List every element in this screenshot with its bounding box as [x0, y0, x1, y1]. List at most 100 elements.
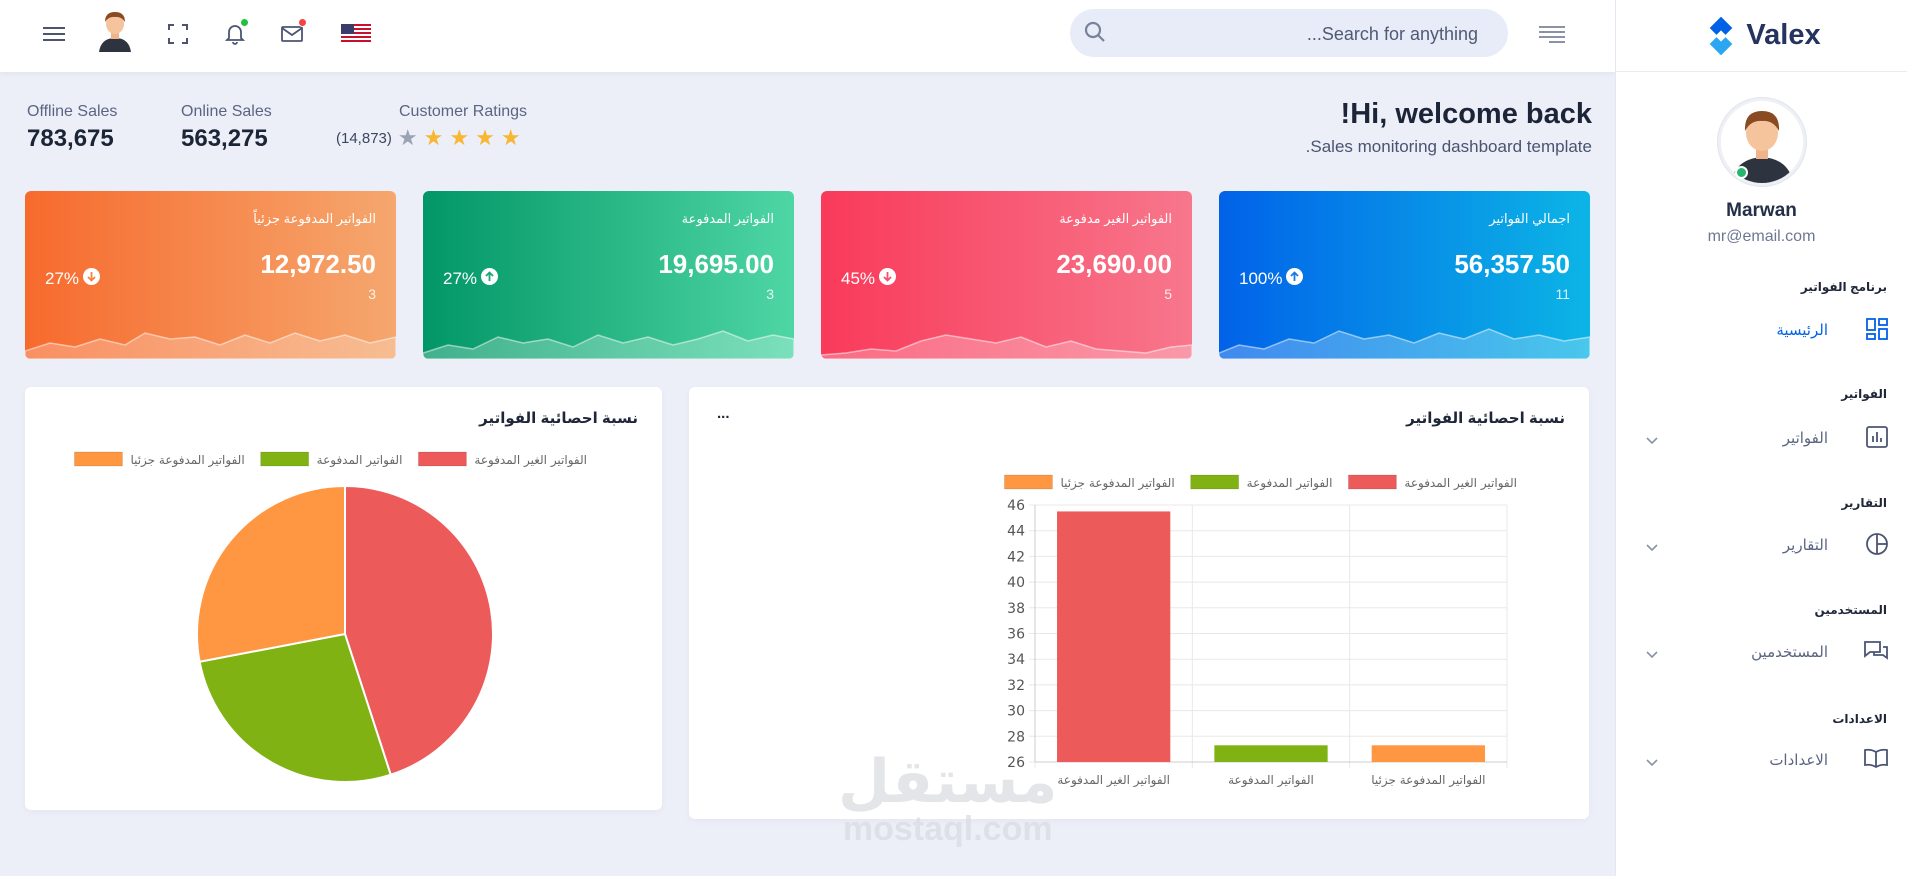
bar: [1371, 745, 1485, 762]
legend-swatch: [1190, 474, 1240, 490]
fullscreen-icon[interactable]: [164, 20, 192, 48]
card-count: 11: [1555, 286, 1570, 302]
logo[interactable]: Valex: [1616, 0, 1907, 72]
sidebar-item-invoices[interactable]: الفواتير: [1616, 424, 1907, 454]
sparkline: [25, 332, 396, 359]
sidebar-item-reports[interactable]: التقارير: [1616, 531, 1907, 561]
top-header: Search for anything...: [0, 0, 1615, 72]
card-value: 12,972.50: [260, 249, 376, 279]
card-count: 5: [1164, 286, 1172, 302]
menu-icon[interactable]: [40, 20, 68, 48]
customer-ratings: Customer Ratings (14,873) ★ ★ ★ ★ ★: [336, 103, 527, 149]
legend-label: الفواتير المدفوعة: [317, 453, 403, 468]
mail-icon[interactable]: [278, 18, 307, 48]
legend-swatch: [1003, 474, 1053, 490]
card-count: 3: [766, 286, 774, 302]
legend-swatch: [260, 451, 310, 467]
avatar[interactable]: [93, 8, 137, 52]
y-tick-label: 40: [1007, 575, 1025, 591]
us-flag-icon[interactable]: [340, 20, 372, 48]
nav-category-users: المستخدمين: [1814, 603, 1887, 617]
offline-sales-label: Offline Sales: [27, 103, 118, 120]
pie-chart-icon: [1866, 533, 1888, 560]
card-percent: 100%: [1239, 268, 1304, 290]
online-sales-stat: Online Sales 563,275: [181, 103, 272, 153]
card-value: 19,695.00: [658, 249, 774, 279]
y-tick-label: 38: [1007, 601, 1025, 617]
chevron-down-icon: [1646, 646, 1658, 664]
pie-slice: [196, 484, 346, 663]
star-icon: ★: [423, 125, 444, 150]
y-tick-label: 46: [1007, 498, 1025, 514]
sidebar-item-label: التقارير: [1782, 537, 1828, 554]
pie-chart: الفواتير الغير المدفوعة الفواتير المدفوعة…: [73, 451, 587, 783]
arrow-up-circle-icon: [481, 268, 499, 290]
card-total-invoices[interactable]: اجمالي الفواتير 56,357.50 11 100%: [1219, 191, 1590, 359]
watermark-arabic: مستقل: [838, 748, 1058, 815]
legend-swatch: [417, 451, 467, 467]
y-tick-label: 36: [1007, 627, 1025, 643]
card-title: الفواتير الغير مدفوعة: [1059, 211, 1172, 226]
card-title: الفواتير المدفوعة جزئياً: [253, 211, 376, 226]
nav-category-settings: الاعدادات: [1832, 712, 1887, 726]
legend-label: الفواتير المدفوعة جزئيا: [130, 453, 244, 468]
bar-chart-icon: [1866, 426, 1888, 453]
chevron-down-icon: [1646, 539, 1658, 557]
bar-chart: الفواتير الغير المدفوعة الفواتير المدفوعة…: [1003, 474, 1517, 788]
arrow-up-circle-icon: [1286, 268, 1304, 290]
legend-swatch: [1347, 474, 1397, 490]
y-tick-label: 44: [1007, 524, 1025, 540]
x-tick-label: الفواتير المدفوعة جزئيا: [1371, 773, 1485, 788]
online-sales-label: Online Sales: [181, 103, 272, 120]
profile-avatar[interactable]: [1717, 98, 1806, 186]
legend-swatch: [73, 451, 123, 467]
sidebar-item-settings[interactable]: الاعدادات: [1616, 746, 1907, 776]
offline-sales-stat: Offline Sales 783,675: [27, 103, 117, 153]
star-icon: ★: [449, 125, 470, 150]
legend-item: الفواتير المدفوعة جزئيا: [1003, 474, 1175, 491]
search-input[interactable]: Search for anything...: [1307, 24, 1478, 45]
search-icon[interactable]: [1084, 21, 1106, 48]
card-percent: 45%: [841, 268, 897, 290]
star-icon: ★: [397, 125, 418, 150]
card-percent: 27%: [45, 268, 101, 290]
logo-text: Valex: [1746, 19, 1821, 51]
star-icon: ★: [500, 125, 521, 150]
arrow-down-circle-icon: [879, 268, 897, 290]
chevron-down-icon: [1646, 432, 1658, 450]
card-unpaid-invoices[interactable]: الفواتير الغير مدفوعة 23,690.00 5 45%: [821, 191, 1192, 359]
legend-item: الفواتير الغير المدفوعة: [417, 451, 587, 468]
card-partially-paid-invoices[interactable]: الفواتير المدفوعة جزئياً 12,972.50 3 27%: [25, 191, 396, 359]
legend-label: الفواتير المدفوعة جزئيا: [1060, 476, 1174, 491]
card-title: اجمالي الفواتير: [1489, 211, 1570, 226]
valex-logo-icon: [1710, 16, 1733, 55]
search-box[interactable]: Search for anything...: [1070, 9, 1508, 57]
sidebar-item-label: الاعدادات: [1769, 752, 1828, 769]
card-value: 56,357.50: [1454, 249, 1570, 279]
y-tick-label: 32: [1007, 678, 1025, 694]
user-name: Marwan: [1726, 200, 1797, 221]
legend-item: الفواتير المدفوعة: [1190, 474, 1332, 491]
y-tick-label: 34: [1007, 652, 1025, 668]
card-paid-invoices[interactable]: الفواتير المدفوعة 19,695.00 3 27%: [423, 191, 794, 359]
welcome-block: Hi, welcome back! Sales monitoring dashb…: [1306, 98, 1592, 157]
legend-item: الفواتير المدفوعة جزئيا: [73, 451, 245, 468]
notification-dot: [240, 18, 249, 27]
card-count: 3: [368, 286, 376, 302]
welcome-title: Hi, welcome back!: [1340, 98, 1592, 130]
bell-icon[interactable]: [221, 18, 249, 48]
y-tick-label: 42: [1007, 549, 1025, 565]
bar: [1057, 511, 1171, 762]
x-tick-label: الفواتير الغير المدفوعة: [1057, 773, 1170, 788]
sparkline: [821, 334, 1192, 359]
sidebar-item-home[interactable]: الرئيسية: [1616, 316, 1907, 346]
legend-item: الفواتير المدفوعة: [260, 451, 403, 468]
sidebar-item-users[interactable]: المستخدمين: [1616, 638, 1907, 668]
user-email: mr@email.com: [1707, 228, 1816, 245]
sidebar-item-label: الفواتير: [1782, 430, 1828, 447]
chevron-down-icon: [1646, 754, 1658, 772]
book-icon: [1864, 748, 1888, 773]
align-right-icon[interactable]: [1538, 20, 1566, 48]
arrow-down-circle-icon: [83, 268, 101, 290]
card-percent: 27%: [443, 268, 499, 290]
